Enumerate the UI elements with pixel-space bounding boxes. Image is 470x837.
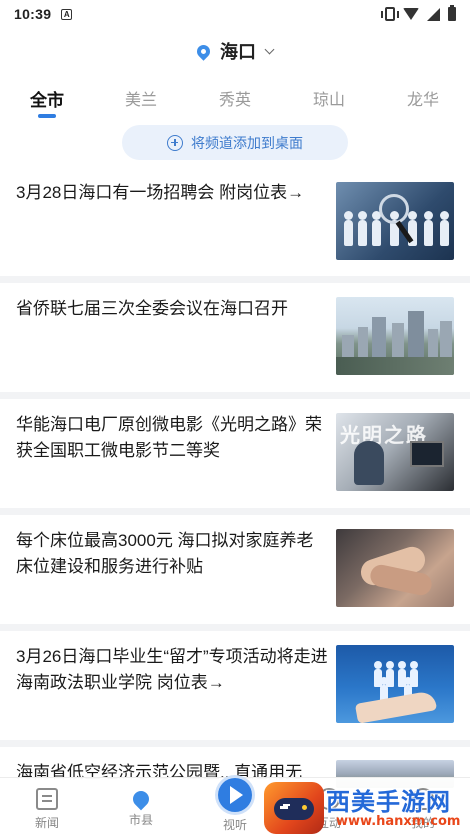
play-icon	[218, 778, 252, 812]
wifi-icon	[403, 8, 419, 20]
tab-xiuying[interactable]: 秀英	[219, 86, 251, 110]
tab-qiongshan[interactable]: 琼山	[313, 86, 345, 110]
news-item[interactable]: 3月28日海口有一场招聘会 附岗位表→	[0, 168, 470, 272]
news-thumbnail	[336, 529, 454, 607]
gamepad-logo-icon	[264, 782, 324, 834]
district-tabs: 全市 美兰 秀英 琼山 龙华	[0, 86, 470, 120]
plus-circle-icon	[167, 134, 183, 151]
site-watermark: 西美手游网 www.hanxm.com	[264, 778, 470, 837]
location-pin-icon	[129, 787, 153, 811]
news-item[interactable]: 华能海口电厂原创微电影《光明之路》荣获全国职工微电影节二等奖 光明之路	[0, 400, 470, 507]
news-title: 华能海口电厂原创微电影《光明之路》荣获全国职工微电影节二等奖	[16, 415, 322, 460]
divider	[0, 276, 470, 283]
watermark-url: www.hanxm.com	[336, 814, 461, 829]
news-thumbnail	[336, 645, 454, 723]
vibrate-icon	[381, 7, 399, 21]
nav-news[interactable]: 新闻	[17, 788, 77, 831]
tab-all-city[interactable]: 全市	[30, 86, 64, 111]
news-title: 每个床位最高3000元 海口拟对家庭养老床位建设和服务进行补贴	[16, 531, 314, 576]
news-thumbnail: 光明之路	[336, 413, 454, 491]
news-title: 省侨联七届三次全委会议在海口召开	[16, 299, 288, 318]
news-icon	[36, 788, 58, 810]
news-thumbnail	[336, 182, 454, 260]
nav-city-label: 市县	[128, 813, 153, 827]
news-title: 3月28日海口有一场招聘会 附岗位表→	[16, 183, 305, 202]
nav-video[interactable]: 视听	[205, 778, 265, 833]
chevron-down-icon	[264, 44, 275, 54]
news-item[interactable]: 3月26日海口毕业生“留才”专项活动将走进海南政法职业学院 岗位表→	[0, 632, 470, 740]
add-channel-label: 将频道添加到桌面	[191, 134, 303, 151]
location-pin-icon	[194, 41, 213, 61]
watermark-title: 西美手游网	[326, 788, 451, 816]
active-tab-indicator	[38, 114, 56, 118]
nav-city[interactable]: 市县	[111, 787, 171, 828]
divider	[0, 624, 470, 631]
news-item[interactable]: 省侨联七届三次全委会议在海口召开	[0, 284, 470, 391]
status-time: 10:39	[14, 6, 52, 22]
location-selector[interactable]: 海口	[0, 38, 470, 64]
tab-meilan[interactable]: 美兰	[125, 86, 157, 110]
news-item[interactable]: 每个床位最高3000元 海口拟对家庭养老床位建设和服务进行补贴	[0, 516, 470, 623]
nav-video-label: 视听	[222, 818, 247, 832]
notification-icon: A	[61, 8, 73, 20]
divider	[0, 740, 470, 747]
status-bar: 10:39 A	[0, 0, 470, 28]
city-name: 海口	[220, 42, 256, 62]
divider	[0, 392, 470, 399]
divider	[0, 508, 470, 515]
nav-news-label: 新闻	[34, 816, 59, 830]
news-title: 3月26日海口毕业生“留才”专项活动将走进海南政法职业学院 岗位表→	[16, 647, 328, 692]
signal-icon	[427, 7, 440, 21]
news-thumbnail	[336, 297, 454, 375]
tab-longhua[interactable]: 龙华	[407, 86, 439, 110]
battery-icon	[448, 5, 456, 21]
add-channel-button[interactable]: 将频道添加到桌面	[122, 125, 348, 160]
